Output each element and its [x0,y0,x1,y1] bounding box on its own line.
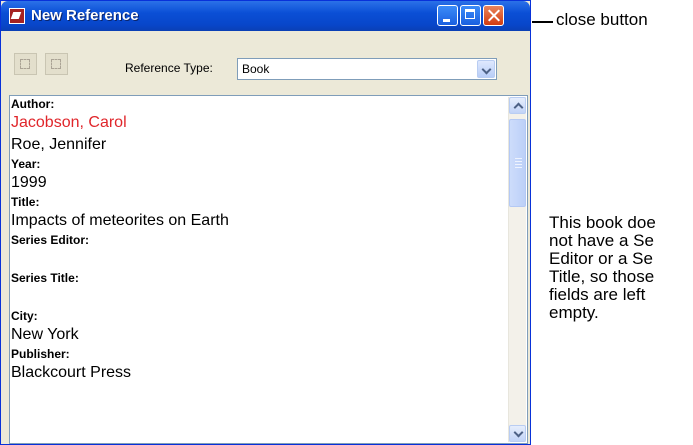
maximize-icon[interactable] [460,5,481,26]
grip-line [515,164,522,165]
scrollbar-thumb[interactable] [509,119,526,207]
city-field[interactable]: New York [11,324,509,346]
publisher-label: Publisher: [11,347,70,361]
close-button-callout: close button [556,10,648,29]
insert-icon[interactable] [14,53,37,75]
city-label: City: [11,309,38,323]
publisher-field[interactable]: Blackcourt Press [11,362,509,384]
grip-line [515,158,522,159]
author-label: Author: [11,97,55,111]
reference-type-select[interactable]: Book [237,58,497,80]
reference-type-label: Reference Type: [125,61,213,75]
year-field[interactable]: 1999 [11,172,509,194]
vertical-scrollbar[interactable] [508,97,526,442]
title-label: Title: [11,195,40,209]
remove-icon[interactable] [45,53,68,75]
callout-leader-line [532,21,553,23]
series-editor-field[interactable] [11,248,509,270]
reference-fields-panel[interactable]: Author: Jacobson, Carol Roe, Jennifer Ye… [9,95,528,444]
title-field[interactable]: Impacts of meteorites on Earth [11,210,509,232]
empty-fields-annotation: This book doe not have a Se Editor or a … [549,213,656,322]
minimize-icon[interactable] [437,5,458,26]
year-label: Year: [11,157,41,171]
title-bar[interactable]: New Reference [1,1,530,31]
new-reference-window: New Reference Reference Type: Book Autho… [0,0,531,445]
scroll-up-icon[interactable] [509,97,526,114]
scroll-down-icon[interactable] [509,425,526,442]
window-title: New Reference [31,7,139,24]
chevron-down-icon[interactable] [477,60,495,78]
author-field-line-1[interactable]: Jacobson, Carol [11,112,509,134]
close-icon[interactable] [483,5,504,26]
reference-type-value: Book [242,62,270,76]
series-title-field[interactable] [11,286,509,308]
series-editor-label: Series Editor: [11,233,90,247]
app-icon [9,8,25,24]
grip-line [515,161,522,162]
author-field-line-2[interactable]: Roe, Jennifer [11,134,509,156]
grip-line [515,167,522,168]
field-list: Author: Jacobson, Carol Roe, Jennifer Ye… [11,96,509,384]
series-title-label: Series Title: [11,271,79,285]
